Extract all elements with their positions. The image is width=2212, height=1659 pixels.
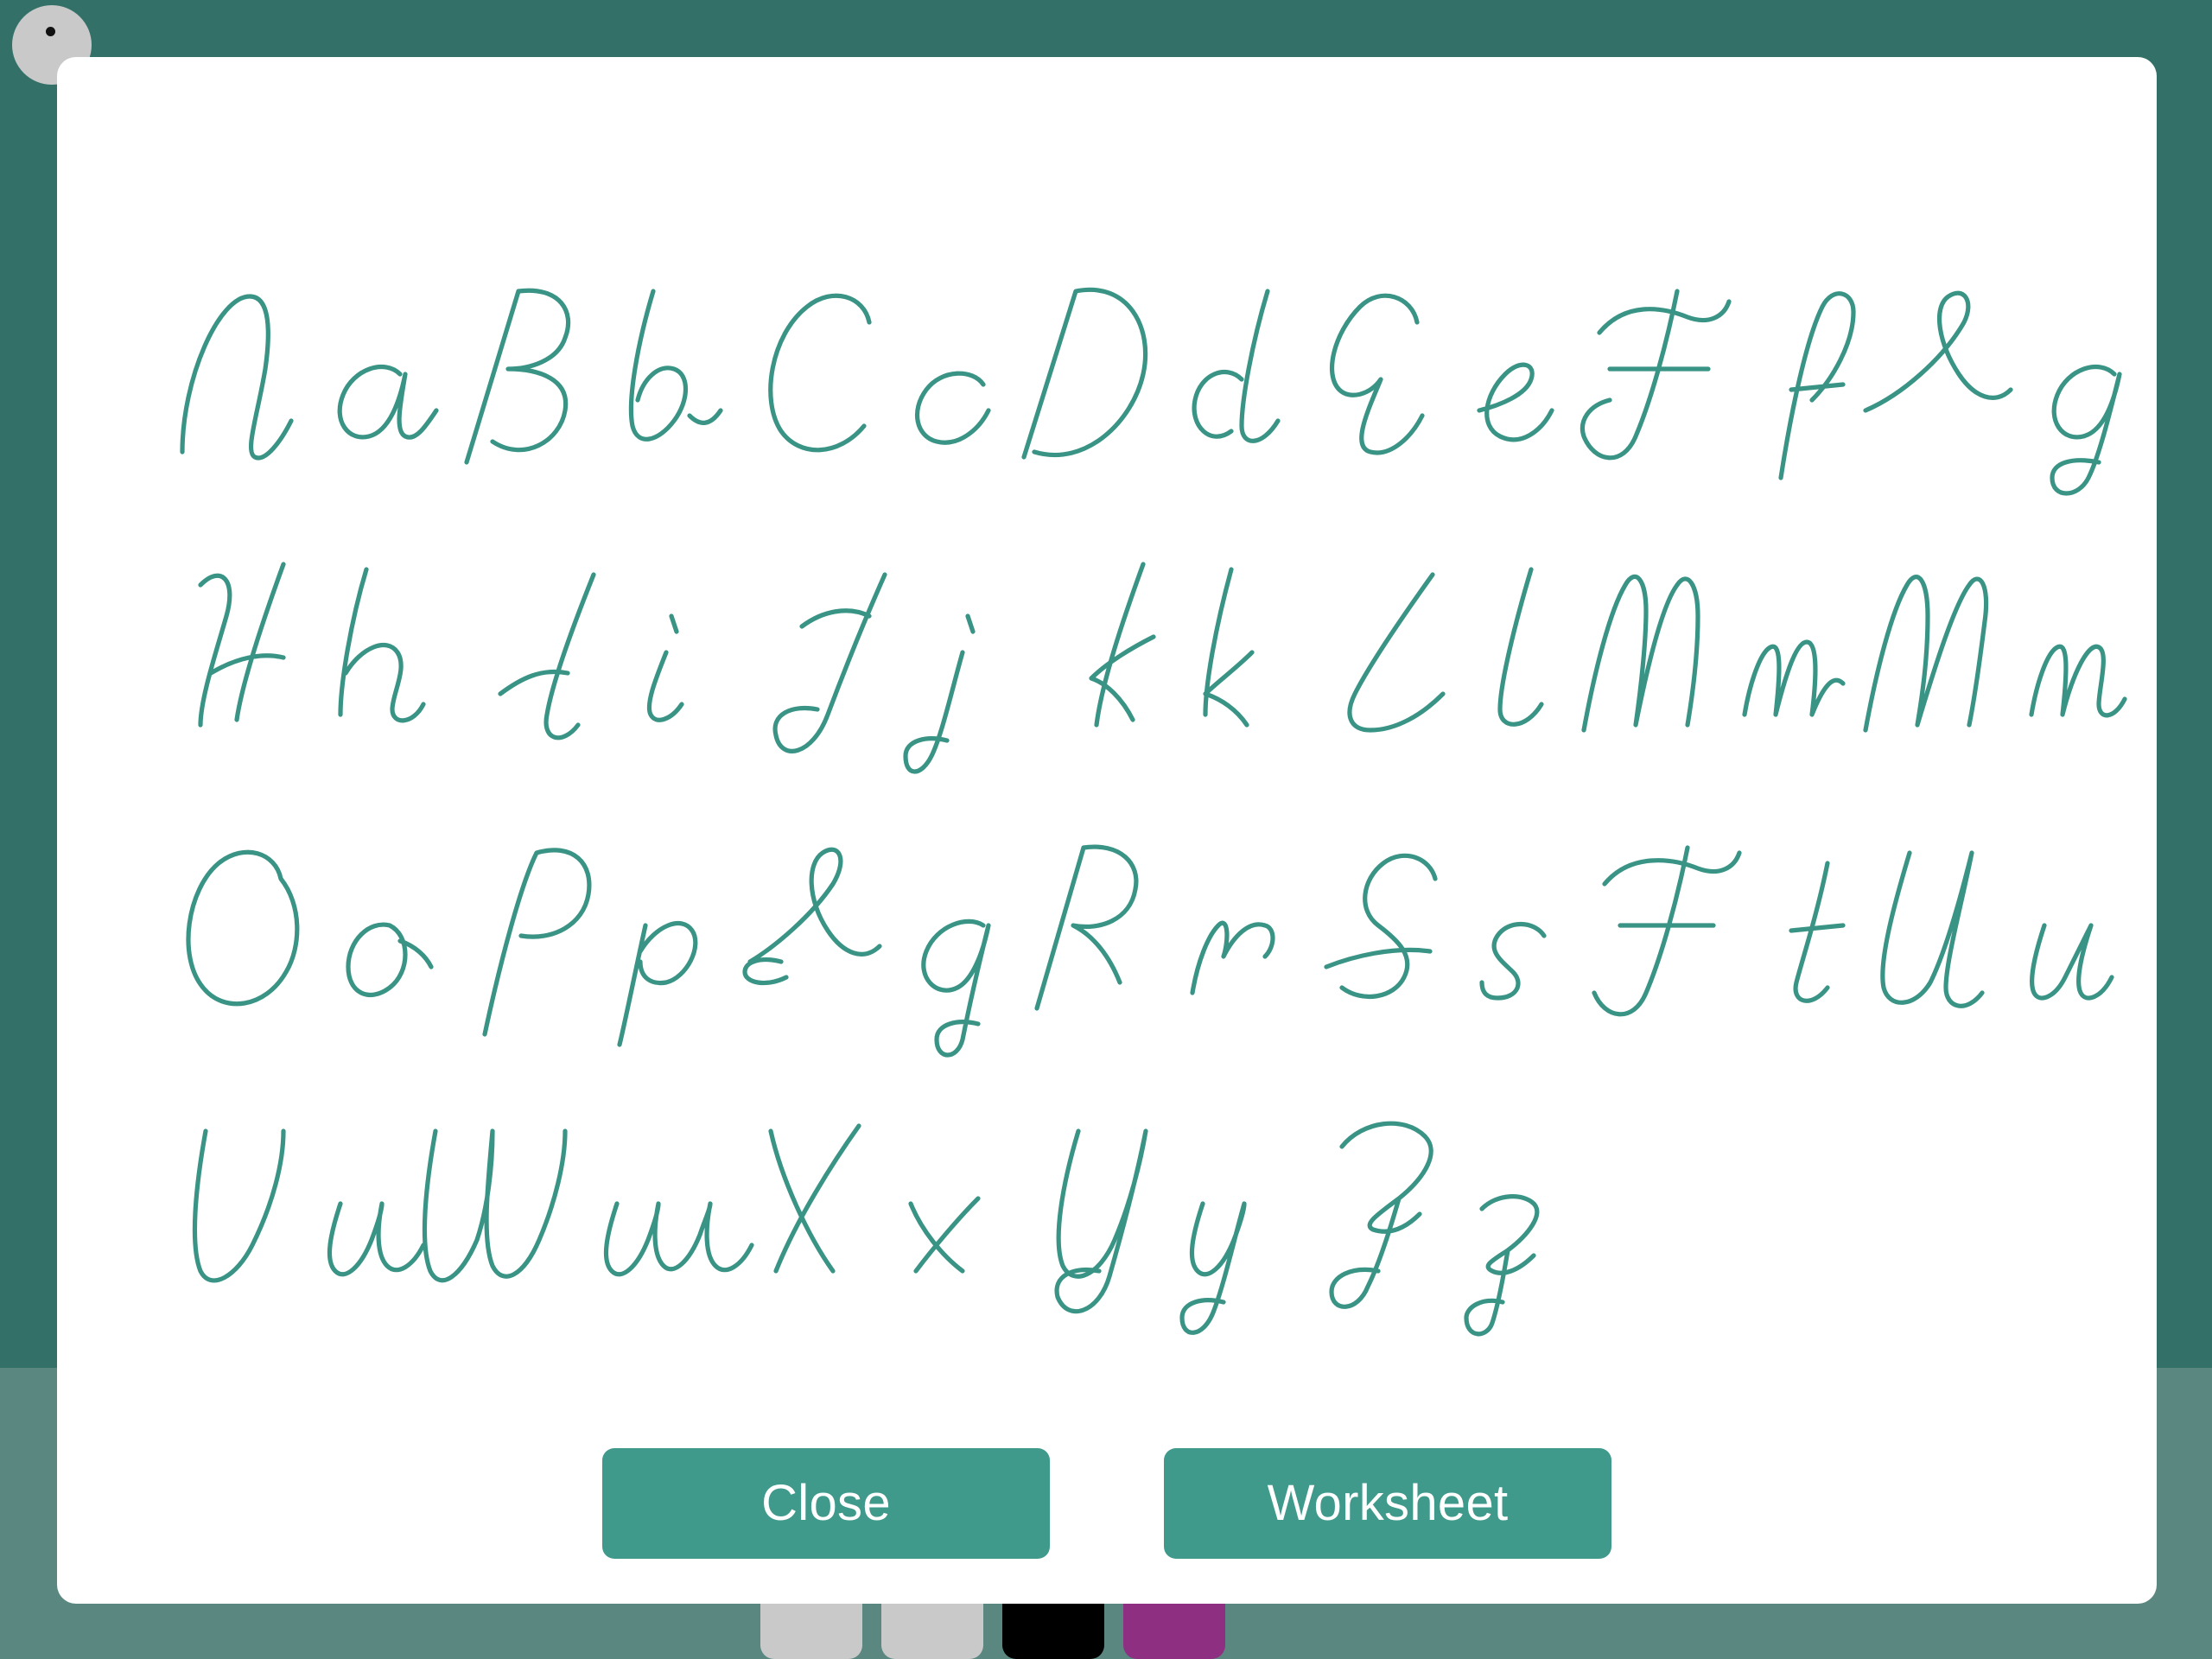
- cursive-alphabet-grid: [161, 230, 2131, 1343]
- cursive-glyph-Pp: [454, 796, 713, 1055]
- letter-pair-Nn: [1860, 518, 2120, 777]
- letter-pair-Cc: [734, 239, 994, 499]
- letter-pair-Mm: [1579, 518, 1838, 777]
- cursive-glyph-Zz: [1298, 1074, 1557, 1333]
- letter-pair-Vv: [172, 1074, 431, 1333]
- close-button[interactable]: Close: [602, 1448, 1050, 1559]
- cursive-glyph-Bb: [454, 239, 713, 499]
- cursive-glyph-Mm: [1579, 518, 1838, 777]
- cursive-glyph-Oo: [172, 796, 431, 1055]
- pen-tool-dot-icon: [46, 27, 55, 36]
- letter-pair-Ww: [454, 1074, 713, 1333]
- cursive-glyph-Ff: [1579, 239, 1838, 499]
- letter-pair-Qq: [734, 796, 994, 1055]
- letter-pair-Xx: [734, 1074, 994, 1333]
- cursive-glyph-Ww: [454, 1074, 713, 1333]
- letter-pair-Hh: [172, 518, 431, 777]
- letter-pair-Ii: [454, 518, 713, 777]
- cursive-glyph-Qq: [734, 796, 994, 1055]
- letter-pair-Aa: [172, 239, 431, 499]
- letter-pair-Kk: [1016, 518, 1275, 777]
- letter-pair-Pp: [454, 796, 713, 1055]
- cursive-glyph-Ss: [1298, 796, 1557, 1055]
- letter-cell-empty: [1860, 1074, 2120, 1333]
- alphabet-modal: Close Worksheet: [57, 57, 2157, 1604]
- letter-pair-Yy: [1016, 1074, 1275, 1333]
- cursive-glyph-Xx: [734, 1074, 994, 1333]
- letter-pair-Rr: [1016, 796, 1275, 1055]
- cursive-glyph-Hh: [172, 518, 431, 777]
- letter-cell-empty: [1579, 1074, 1838, 1333]
- letter-pair-Oo: [172, 796, 431, 1055]
- cursive-glyph-Uu: [1860, 796, 2120, 1055]
- letter-pair-Tt: [1579, 796, 1838, 1055]
- cursive-glyph-Kk: [1016, 518, 1275, 777]
- cursive-glyph-Ii: [454, 518, 713, 777]
- cursive-glyph-Vv: [172, 1074, 431, 1333]
- worksheet-button[interactable]: Worksheet: [1164, 1448, 1611, 1559]
- letter-pair-Jj: [734, 518, 994, 777]
- letter-pair-Ff: [1579, 239, 1838, 499]
- letter-pair-Ee: [1298, 239, 1557, 499]
- letter-pair-Zz: [1298, 1074, 1557, 1333]
- letter-pair-Ss: [1298, 796, 1557, 1055]
- cursive-glyph-Gg: [1860, 239, 2120, 499]
- app-root: Close Worksheet: [0, 0, 2212, 1659]
- cursive-glyph-Nn: [1860, 518, 2120, 777]
- letter-pair-Gg: [1860, 239, 2120, 499]
- cursive-glyph-Cc: [734, 239, 994, 499]
- letter-pair-Ll: [1298, 518, 1557, 777]
- cursive-glyph-Rr: [1016, 796, 1275, 1055]
- modal-action-row: Close Worksheet: [57, 1448, 2157, 1559]
- cursive-glyph-Yy: [1016, 1074, 1275, 1333]
- cursive-glyph-Ll: [1298, 518, 1557, 777]
- cursive-glyph-Ee: [1298, 239, 1557, 499]
- letter-pair-Uu: [1860, 796, 2120, 1055]
- cursive-glyph-Jj: [734, 518, 994, 777]
- cursive-glyph-Dd: [1016, 239, 1275, 499]
- cursive-glyph-Aa: [172, 239, 431, 499]
- letter-pair-Bb: [454, 239, 713, 499]
- letter-pair-Dd: [1016, 239, 1275, 499]
- cursive-glyph-Tt: [1579, 796, 1838, 1055]
